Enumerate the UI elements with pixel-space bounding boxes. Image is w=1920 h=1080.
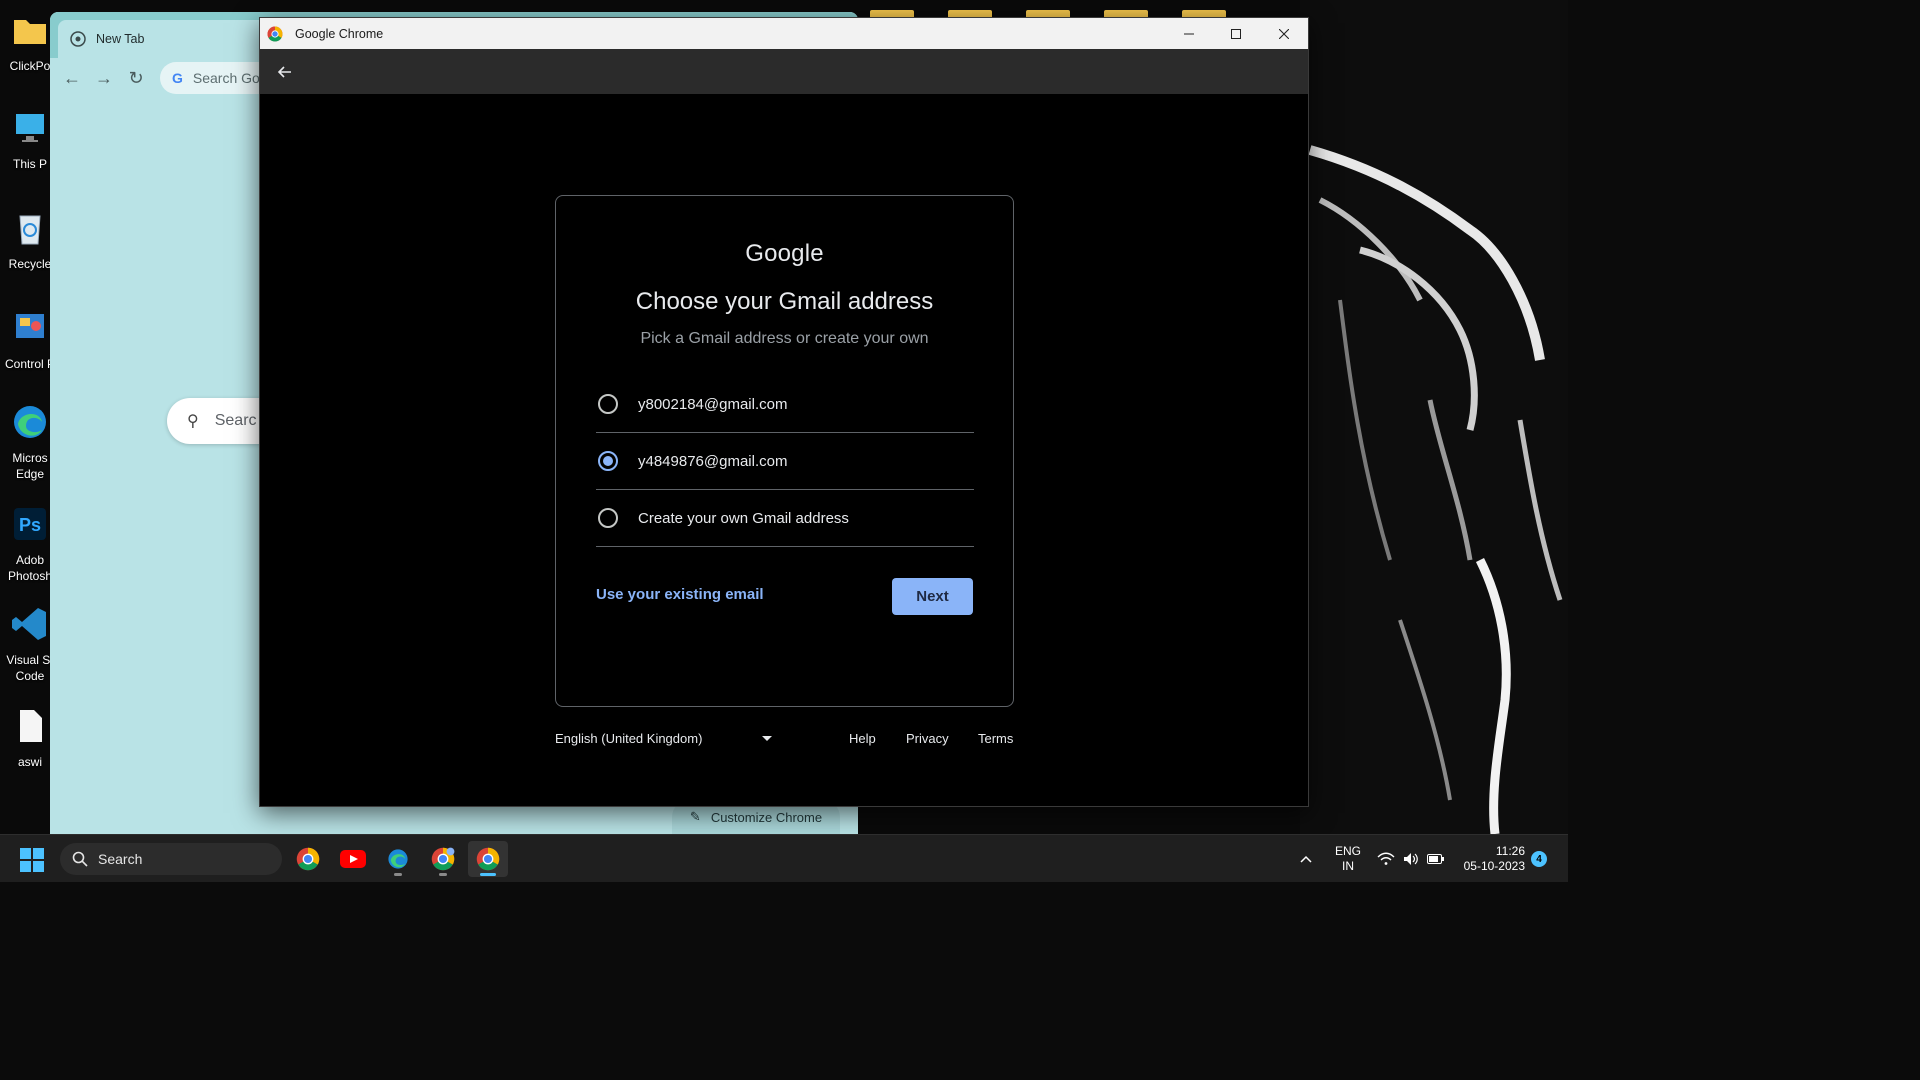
use-existing-email-link[interactable]: Use your existing email <box>596 586 764 603</box>
input-language-indicator[interactable]: ENG IN <box>1332 835 1364 883</box>
show-hidden-icons-button[interactable] <box>1300 835 1312 883</box>
gmail-chooser-card: Google Choose your Gmail address Pick a … <box>555 195 1014 707</box>
chevron-up-icon <box>1300 855 1312 863</box>
folder-icon <box>14 20 46 44</box>
next-button[interactable]: Next <box>892 578 973 615</box>
search-icon: ⚲ <box>187 413 199 430</box>
running-indicator <box>480 873 496 876</box>
running-indicator <box>439 873 447 876</box>
taskbar-app-chrome-profile[interactable] <box>423 841 463 877</box>
control-panel-icon <box>16 314 44 338</box>
notification-badge[interactable]: 4 <box>1531 851 1547 867</box>
taskbar-app-edge[interactable] <box>378 841 418 877</box>
language-selector[interactable]: English (United Kingdom) <box>555 731 773 746</box>
clock-date: 05-10-2023 <box>1463 859 1525 873</box>
taskbar-search-box[interactable]: Search <box>60 843 282 875</box>
maximize-icon <box>1230 28 1241 39</box>
page-title: Choose your Gmail address <box>635 288 934 315</box>
clock[interactable]: 11:26 05-10-2023 <box>1455 835 1525 883</box>
chrome-signin-window[interactable]: Google Chrome Google Choose your Gmail a… <box>259 17 1309 807</box>
tab-title: New Tab <box>96 32 145 46</box>
clock-time: 11:26 <box>1495 844 1525 858</box>
gmail-option-label: y4849876@gmail.com <box>638 452 788 470</box>
radio-button-selected[interactable] <box>598 451 618 471</box>
battery-icon <box>1427 854 1444 864</box>
taskbar-app-chrome-active[interactable] <box>468 841 508 877</box>
volume-icon <box>1404 853 1418 865</box>
arrow-left-icon <box>277 66 291 78</box>
language-code: ENG <box>1334 844 1361 858</box>
taskbar: Search ENG IN 11:26 05-10-2023 4 <box>0 834 1568 882</box>
running-indicator <box>394 873 402 876</box>
minimize-button[interactable] <box>1165 18 1212 49</box>
chrome-icon <box>296 847 320 871</box>
tab-new-tab[interactable]: New Tab <box>58 20 268 58</box>
language-label: English (United Kingdom) <box>555 731 703 746</box>
start-button[interactable] <box>19 847 45 873</box>
privacy-link[interactable]: Privacy <box>906 731 949 746</box>
pencil-icon: ✎ <box>689 809 701 824</box>
photoshop-icon: Ps <box>14 508 46 540</box>
region-code: IN <box>1342 859 1354 873</box>
computer-icon <box>16 114 44 142</box>
taskbar-app-youtube[interactable] <box>333 841 373 877</box>
terms-link[interactable]: Terms <box>978 731 1013 746</box>
gmail-option-label: y8002184@gmail.com <box>638 395 788 413</box>
close-button[interactable] <box>1260 18 1307 49</box>
gmail-option-label: Create your own Gmail address <box>638 509 849 527</box>
network-volume-battery-tray[interactable] <box>1377 835 1445 883</box>
window-title: Google Chrome <box>295 26 384 41</box>
file-icon <box>20 710 42 742</box>
ntp-search-placeholder: Searc <box>214 412 257 429</box>
customize-chrome-label: Customize Chrome <box>710 809 823 825</box>
svg-text:Ps: Ps <box>19 515 41 535</box>
chrome-profile-icon <box>431 847 455 871</box>
back-button[interactable]: ← <box>56 62 88 94</box>
gmail-option-1[interactable]: y8002184@gmail.com <box>596 376 974 433</box>
forward-button[interactable]: → <box>88 62 120 94</box>
minimize-icon <box>1183 33 1194 34</box>
maximize-button[interactable] <box>1212 18 1259 49</box>
taskbar-app-chrome[interactable] <box>288 841 328 877</box>
title-bar: Google Chrome <box>260 18 1308 49</box>
back-button[interactable] <box>270 57 300 87</box>
radio-button[interactable] <box>598 508 618 528</box>
gmail-option-2[interactable]: y4849876@gmail.com <box>596 433 974 490</box>
wifi-icon <box>1377 852 1395 865</box>
help-link[interactable]: Help <box>849 731 876 746</box>
vscode-icon <box>12 608 46 640</box>
windows-logo-icon <box>20 848 44 872</box>
navigation-bar <box>260 49 1308 94</box>
google-logo: Google <box>745 240 824 267</box>
chrome-icon <box>267 26 283 41</box>
signin-content: Google Choose your Gmail address Pick a … <box>260 94 1308 806</box>
chrome-icon <box>476 847 500 871</box>
chevron-down-icon <box>762 736 773 741</box>
reload-button[interactable]: ↻ <box>120 62 152 94</box>
close-icon <box>1278 28 1289 39</box>
edge-icon <box>14 406 46 438</box>
search-icon <box>72 851 88 867</box>
radio-button[interactable] <box>598 394 618 414</box>
chrome-icon <box>70 31 86 47</box>
edge-icon <box>388 849 408 869</box>
youtube-icon <box>340 850 366 868</box>
recycle-bin-icon <box>19 215 41 245</box>
google-g-icon: G <box>172 70 183 86</box>
page-subtitle: Pick a Gmail address or create your own <box>640 330 929 347</box>
gmail-option-create[interactable]: Create your own Gmail address <box>596 490 974 547</box>
taskbar-search-label: Search <box>98 851 143 867</box>
address-bar-placeholder: Search Go <box>192 70 260 86</box>
